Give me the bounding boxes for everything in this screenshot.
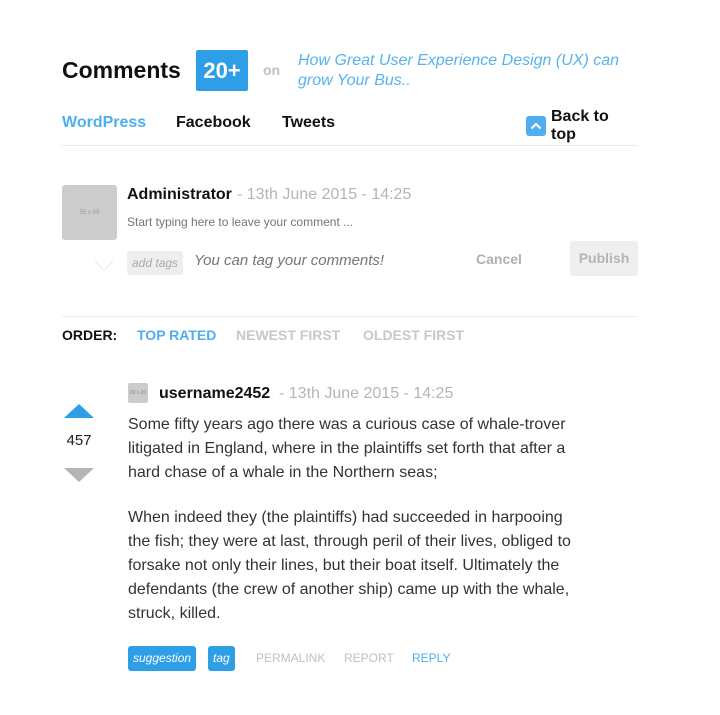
comment-input[interactable] (127, 215, 547, 229)
compose-author: Administrator (127, 186, 232, 203)
comment-date: - 13th June 2015 - 14:25 (279, 385, 454, 402)
order-oldest-first[interactable]: OLDEST FIRST (363, 327, 464, 343)
on-label: on (263, 62, 281, 78)
comment-paragraph: When indeed they (the plaintiffs) had su… (128, 509, 571, 622)
tag-chip-suggestion[interactable]: suggestion (128, 646, 197, 671)
compose-date: - 13th June 2015 - 14:25 (237, 186, 412, 203)
page-title: Comments (62, 57, 181, 83)
comments-header: Comments 20+ on How Great User Experienc… (62, 50, 638, 92)
tag-input[interactable] (194, 252, 444, 269)
tag-chip-tag[interactable]: tag (208, 646, 235, 671)
vote-count: 457 (66, 432, 92, 449)
add-tags-label: add tags (127, 251, 184, 275)
divider (62, 316, 638, 317)
permalink-link[interactable]: PERMALINK (256, 651, 325, 665)
tab-facebook[interactable]: Facebook (176, 114, 251, 132)
comment-count-badge: 20+ (196, 50, 248, 91)
vote-widget: 457 (62, 400, 96, 486)
chevron-up-icon (526, 116, 546, 136)
report-link[interactable]: REPORT (344, 651, 394, 665)
comment-username[interactable]: username2452 (159, 385, 270, 403)
tab-tweets[interactable]: Tweets (282, 114, 335, 132)
arrow-up-icon[interactable] (64, 404, 94, 418)
publish-button[interactable]: Publish (570, 241, 638, 276)
back-to-top-label: Back to top (550, 108, 609, 143)
comment-body: Some fifty years ago there was a curious… (128, 413, 588, 647)
order-newest-first[interactable]: NEWEST FIRST (236, 327, 340, 343)
reply-link[interactable]: REPLY (412, 651, 450, 665)
comment-compose: 55 x 55 Administrator - 13th June 2015 -… (62, 185, 638, 285)
source-tabs: WordPress Facebook Tweets Back to top (62, 108, 638, 271)
back-to-top-button[interactable]: Back to top (526, 108, 638, 143)
comment-paragraph: Some fifty years ago there was a curious… (128, 416, 566, 481)
cancel-button[interactable]: Cancel (476, 251, 522, 267)
arrow-down-icon[interactable] (64, 468, 94, 482)
avatar: 20 x 20 (128, 383, 148, 403)
order-top-rated[interactable]: TOP RATED (137, 327, 216, 343)
order-label: ORDER: (62, 327, 118, 343)
tab-wordpress[interactable]: WordPress (62, 114, 146, 132)
avatar: 55 x 55 (62, 185, 117, 240)
article-link[interactable]: How Great User Experience Design (UX) ca… (298, 51, 638, 91)
